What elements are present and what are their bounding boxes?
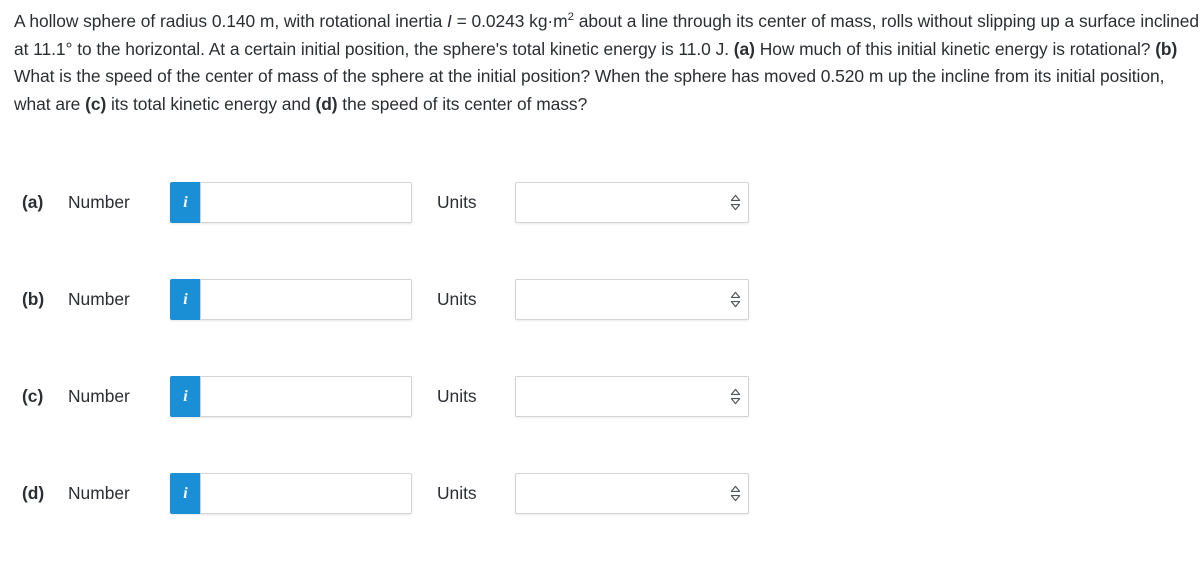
problem-text-segment: (c) — [85, 93, 107, 114]
number-field-group-a: i — [170, 182, 412, 223]
problem-text-segment: the speed of its center of mass? — [337, 93, 588, 114]
problem-statement-text: A hollow sphere of radius 0.140 m, with … — [14, 11, 1199, 114]
info-icon[interactable]: i — [170, 473, 200, 514]
part-label-d: (d) — [22, 483, 45, 503]
number-input-a[interactable] — [200, 182, 412, 223]
info-icon[interactable]: i — [170, 279, 200, 320]
part-label-a: (a) — [22, 192, 44, 212]
number-input-c[interactable] — [200, 376, 412, 417]
number-field-group-d: i — [170, 473, 412, 514]
info-icon[interactable]: i — [170, 182, 200, 223]
chevron-up-down-icon — [722, 291, 748, 308]
answer-row-d: (d) Number i Units — [0, 467, 1200, 564]
info-icon-glyph: i — [183, 290, 188, 308]
number-input-b[interactable] — [200, 279, 412, 320]
problem-text-segment: A hollow sphere of radius 0.140 m, with … — [14, 11, 448, 31]
problem-text-segment: (b) — [1155, 38, 1178, 59]
number-label-b: Number — [68, 289, 130, 309]
chevron-up-down-icon — [722, 388, 748, 405]
chevron-up-down-icon — [722, 194, 748, 211]
units-label-d: Units — [437, 483, 477, 503]
number-label-c: Number — [68, 386, 130, 406]
number-field-group-b: i — [170, 279, 412, 320]
number-field-group-c: i — [170, 376, 412, 417]
units-select-c[interactable] — [515, 376, 749, 417]
problem-text-segment: = 0.0243 kg·m — [451, 11, 568, 31]
answer-row-a: (a) Number i Units — [0, 176, 1200, 273]
part-label-b: (b) — [22, 289, 45, 309]
units-select-b[interactable] — [515, 279, 749, 320]
answer-row-b: (b) Number i Units — [0, 273, 1200, 370]
part-label-c: (c) — [22, 386, 44, 406]
number-label-a: Number — [68, 192, 130, 212]
problem-statement: A hollow sphere of radius 0.140 m, with … — [14, 8, 1200, 118]
number-input-d[interactable] — [200, 473, 412, 514]
problem-text-segment: its total kinetic energy and — [106, 93, 316, 114]
info-icon[interactable]: i — [170, 376, 200, 417]
units-select-a[interactable] — [515, 182, 749, 223]
problem-text-segment: (a) — [733, 38, 755, 59]
answer-row-c: (c) Number i Units — [0, 370, 1200, 467]
answer-rows: (a) Number i Units (b) Number i Units (c) Number i… — [0, 176, 1200, 564]
info-icon-glyph: i — [183, 387, 188, 405]
number-label-d: Number — [68, 483, 130, 503]
units-label-a: Units — [437, 192, 477, 212]
problem-text-segment: How much of this initial kinetic energy … — [754, 38, 1156, 59]
units-select-d[interactable] — [515, 473, 749, 514]
units-label-c: Units — [437, 386, 477, 406]
units-label-b: Units — [437, 289, 477, 309]
chevron-up-down-icon — [722, 485, 748, 502]
problem-text-segment: (d) — [315, 93, 338, 114]
info-icon-glyph: i — [183, 193, 188, 211]
info-icon-glyph: i — [183, 484, 188, 502]
